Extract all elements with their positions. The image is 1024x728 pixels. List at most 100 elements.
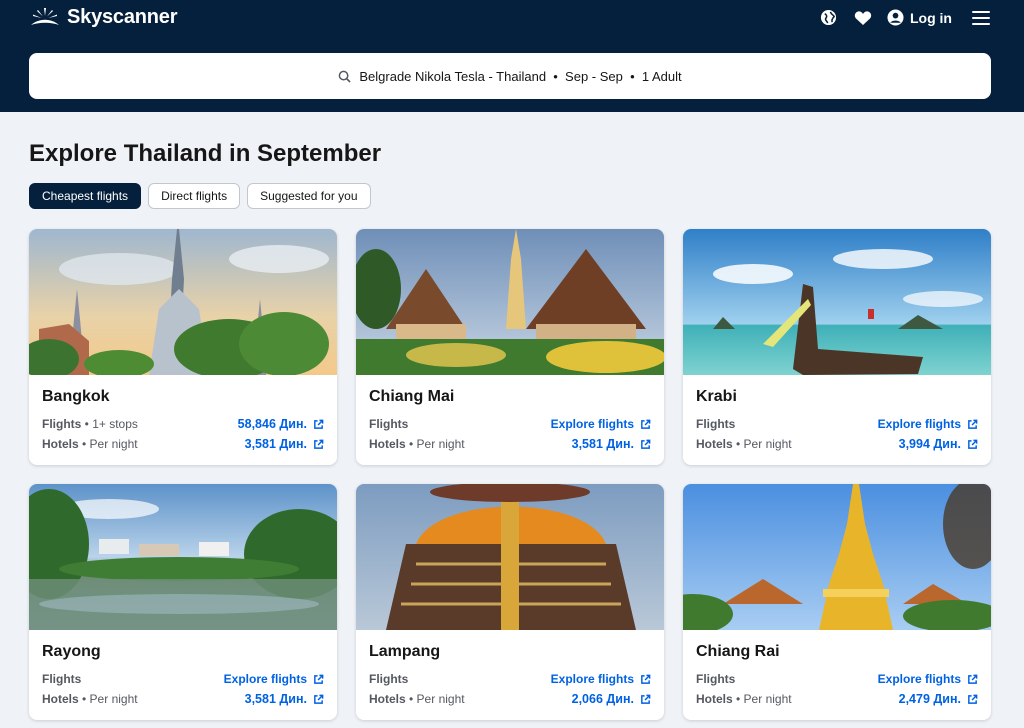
hotels-price-link[interactable]: 3,581 Дин. xyxy=(245,692,324,706)
destination-image xyxy=(29,484,337,630)
flights-detail: • 1+ stops xyxy=(81,417,138,431)
hotels-label: Hotels xyxy=(369,692,406,706)
flights-row: Flights Explore flights xyxy=(369,669,651,689)
external-link-icon xyxy=(314,674,324,684)
destination-card-krabi[interactable]: Krabi Flights Explore flights Hotels • P… xyxy=(683,229,991,465)
external-link-icon xyxy=(314,439,324,449)
explore-flights-label: Explore flights xyxy=(550,672,634,686)
destination-card-bangkok[interactable]: Bangkok Flights • 1+ stops 58,846 Дин. H… xyxy=(29,229,337,465)
hotels-price: 2,066 Дин. xyxy=(571,692,634,706)
top-bar: Skyscanner Log in Belgrade Nikola Tesla … xyxy=(0,0,1024,112)
hotels-price-link[interactable]: 2,066 Дин. xyxy=(572,692,651,706)
external-link-icon xyxy=(641,419,651,429)
filter-tabs: Cheapest flights Direct flights Suggeste… xyxy=(29,183,371,209)
city-name: Chiang Mai xyxy=(369,388,455,405)
search-summary-bar[interactable]: Belgrade Nikola Tesla - Thailand • Sep -… xyxy=(29,53,991,99)
flights-price-link[interactable]: 58,846 Дин. xyxy=(238,417,324,431)
explore-flights-link[interactable]: Explore flights xyxy=(878,417,978,431)
hotels-row: Hotels • Per night 3,581 Дин. xyxy=(369,434,651,454)
login-label: Log in xyxy=(910,9,952,26)
hotels-detail: • Per night xyxy=(405,437,465,451)
city-name: Lampang xyxy=(369,643,441,660)
hotels-label: Hotels xyxy=(369,437,406,451)
hotels-row: Hotels • Per night 2,066 Дин. xyxy=(369,689,651,709)
city-name: Bangkok xyxy=(42,388,110,405)
external-link-icon xyxy=(314,419,324,429)
sunrise-logo-icon xyxy=(31,7,59,25)
hotels-label: Hotels xyxy=(696,692,733,706)
city-name: Rayong xyxy=(42,643,101,660)
hotels-row: Hotels • Per night 2,479 Дин. xyxy=(696,689,978,709)
destination-image xyxy=(29,229,337,375)
header-actions: Log in xyxy=(819,8,990,27)
destination-card-rayong[interactable]: Rayong Flights Explore flights Hotels • … xyxy=(29,484,337,720)
hotels-price: 3,581 Дин. xyxy=(244,437,307,451)
hotels-price: 2,479 Дин. xyxy=(898,692,961,706)
menu-icon[interactable] xyxy=(972,10,990,25)
hotels-detail: • Per night xyxy=(78,437,138,451)
hotels-detail: • Per night xyxy=(732,692,792,706)
user-icon xyxy=(887,9,904,26)
flights-row: Flights Explore flights xyxy=(696,414,978,434)
flights-row: Flights Explore flights xyxy=(369,414,651,434)
city-name: Chiang Rai xyxy=(696,643,780,660)
hotels-row: Hotels • Per night 3,581 Дин. xyxy=(42,434,324,454)
login-button[interactable]: Log in xyxy=(887,9,952,26)
explore-flights-link[interactable]: Explore flights xyxy=(878,672,978,686)
destination-image xyxy=(356,229,664,375)
external-link-icon xyxy=(968,674,978,684)
flights-row: Flights Explore flights xyxy=(42,669,324,689)
external-link-icon xyxy=(641,674,651,684)
destination-image xyxy=(356,484,664,630)
explore-flights-label: Explore flights xyxy=(223,672,307,686)
hotels-price-link[interactable]: 2,479 Дин. xyxy=(899,692,978,706)
city-name: Krabi xyxy=(696,388,737,405)
tab-suggested-for-you[interactable]: Suggested for you xyxy=(247,183,371,209)
explore-flights-label: Explore flights xyxy=(877,417,961,431)
hotels-detail: • Per night xyxy=(78,692,138,706)
hotels-price: 3,994 Дин. xyxy=(898,437,961,451)
flights-label: Flights xyxy=(696,672,736,686)
explore-flights-label: Explore flights xyxy=(877,672,961,686)
page-title: Explore Thailand in September xyxy=(29,140,382,167)
hotels-row: Hotels • Per night 3,994 Дин. xyxy=(696,434,978,454)
destination-image xyxy=(683,484,991,630)
tab-cheapest-flights[interactable]: Cheapest flights xyxy=(29,183,142,209)
hotels-price-link[interactable]: 3,581 Дин. xyxy=(245,437,324,451)
flights-row: Flights Explore flights xyxy=(696,669,978,689)
hotels-price: 3,581 Дин. xyxy=(244,692,307,706)
brand-name: Skyscanner xyxy=(67,6,178,28)
external-link-icon xyxy=(641,694,651,704)
flights-row: Flights • 1+ stops 58,846 Дин. xyxy=(42,414,324,434)
flights-label: Flights xyxy=(369,417,409,431)
globe-icon[interactable] xyxy=(819,8,838,27)
explore-flights-link[interactable]: Explore flights xyxy=(224,672,324,686)
search-icon xyxy=(339,70,352,83)
explore-flights-link[interactable]: Explore flights xyxy=(551,417,651,431)
flights-label: Flights xyxy=(696,417,736,431)
hotels-row: Hotels • Per night 3,581 Дин. xyxy=(42,689,324,709)
hotels-price-link[interactable]: 3,994 Дин. xyxy=(899,437,978,451)
external-link-icon xyxy=(968,419,978,429)
hotels-label: Hotels xyxy=(42,692,79,706)
heart-icon[interactable] xyxy=(853,8,872,27)
hotels-detail: • Per night xyxy=(732,437,792,451)
external-link-icon xyxy=(314,694,324,704)
search-summary-text: Belgrade Nikola Tesla - Thailand • Sep -… xyxy=(359,68,682,84)
flights-label: Flights xyxy=(42,417,82,431)
destination-card-chiang-mai[interactable]: Chiang Mai Flights Explore flights Hotel… xyxy=(356,229,664,465)
hotels-price-link[interactable]: 3,581 Дин. xyxy=(572,437,651,451)
external-link-icon xyxy=(968,439,978,449)
destination-card-lampang[interactable]: Lampang Flights Explore flights Hotels •… xyxy=(356,484,664,720)
explore-flights-link[interactable]: Explore flights xyxy=(551,672,651,686)
flights-label: Flights xyxy=(42,672,82,686)
skyscanner-logo[interactable]: Skyscanner xyxy=(29,6,177,29)
flights-label: Flights xyxy=(369,672,409,686)
external-link-icon xyxy=(641,439,651,449)
hotels-label: Hotels xyxy=(696,437,733,451)
hotels-detail: • Per night xyxy=(405,692,465,706)
destination-image xyxy=(683,229,991,375)
destination-card-chiang-rai[interactable]: Chiang Rai Flights Explore flights Hotel… xyxy=(683,484,991,720)
hotels-label: Hotels xyxy=(42,437,79,451)
tab-direct-flights[interactable]: Direct flights xyxy=(148,183,241,209)
